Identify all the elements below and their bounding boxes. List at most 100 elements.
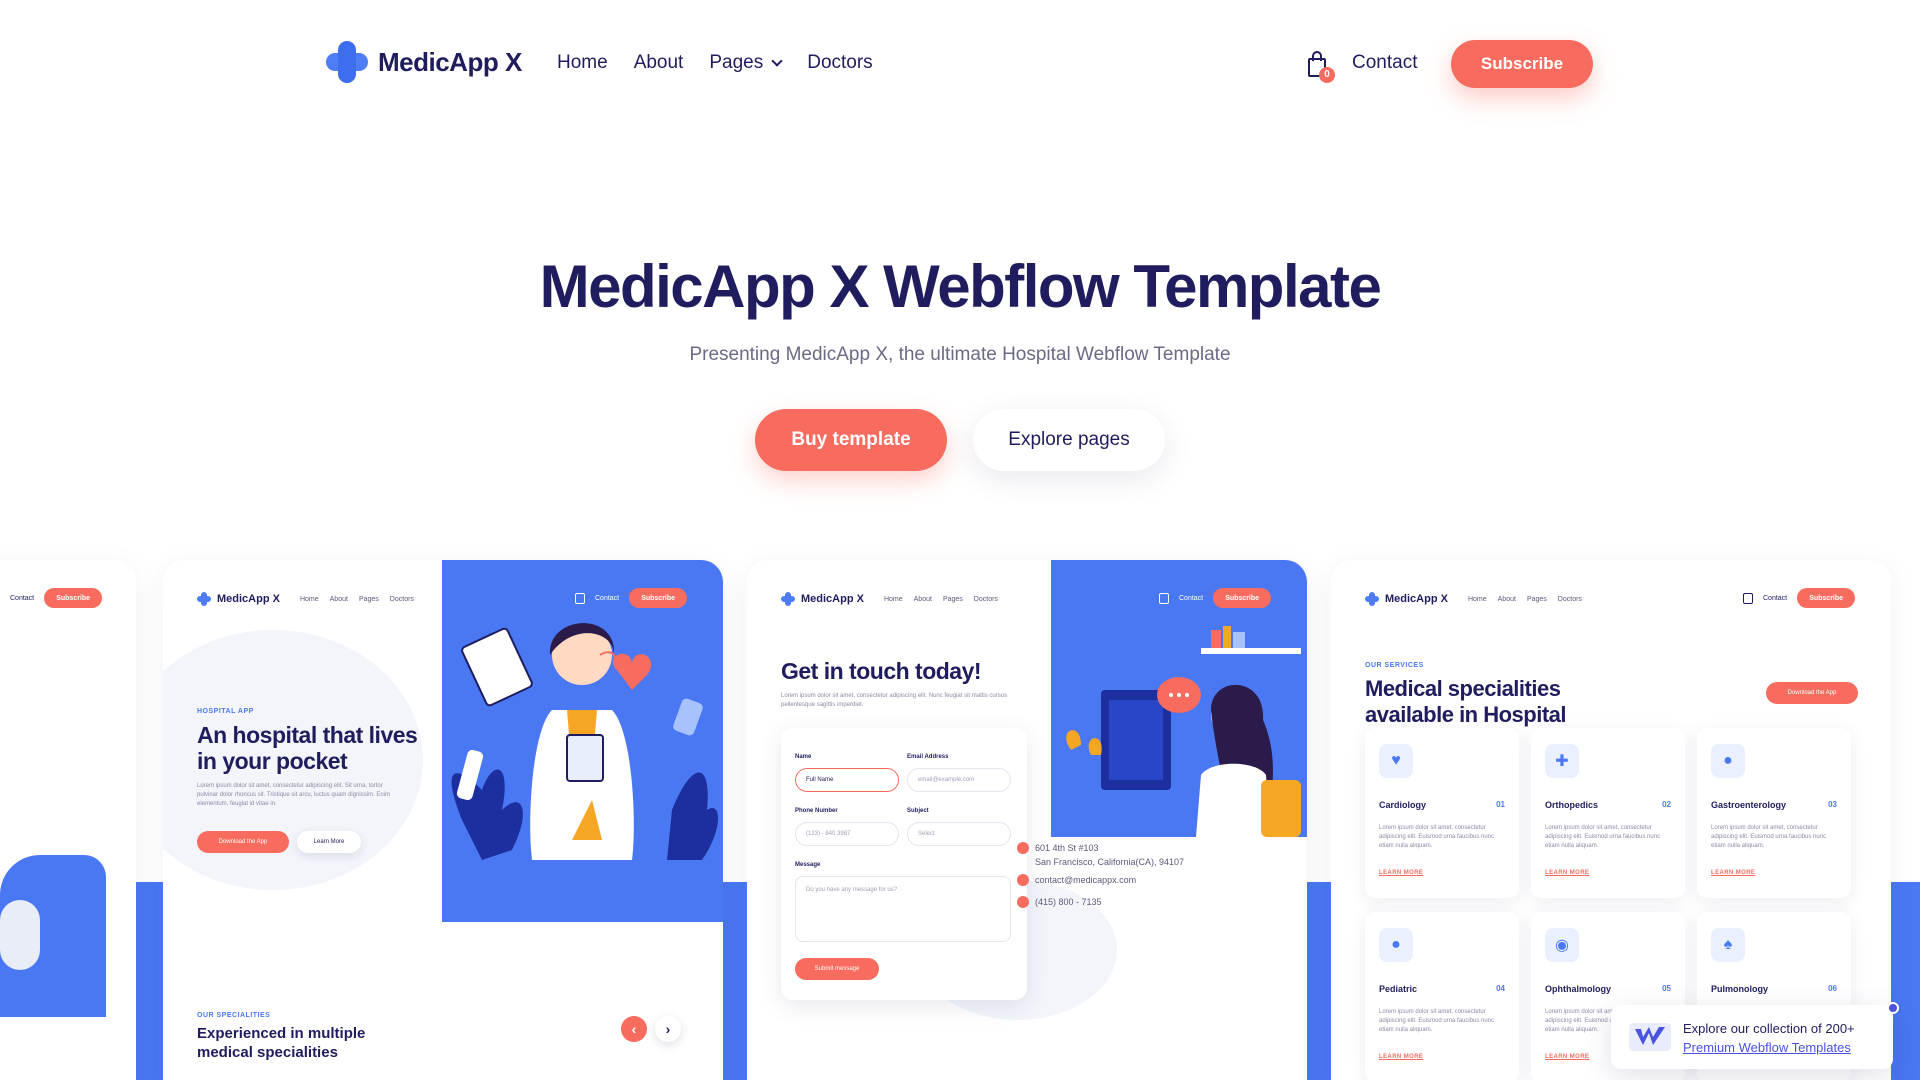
nav-link-doctors[interactable]: Doctors <box>807 52 872 74</box>
address-line-1: 601 4th St #103 <box>1035 843 1099 853</box>
lungs-icon: ♠ <box>1711 928 1745 962</box>
contact-address: 601 4th St #103 San Francisco, California… <box>1017 841 1184 869</box>
preview-title: An hospital that lives in your pocket <box>197 722 418 774</box>
nav-link-about[interactable]: About <box>634 52 684 74</box>
name-field: Full Name <box>795 768 899 792</box>
specialities-eyebrow: OUR SPECIALITIES <box>197 1012 271 1019</box>
eye-icon: ◉ <box>1545 928 1579 962</box>
name-label: Name <box>795 754 812 760</box>
learn-more-link: LEARN MORE <box>1545 870 1590 876</box>
mini-link-about: About <box>1497 595 1516 603</box>
mini-link-about: About <box>913 595 932 603</box>
mini-subscribe-button: Subscribe <box>44 588 103 608</box>
message-field: Do you have any message for us? <box>795 876 1011 942</box>
teddy-bear-icon: ● <box>1379 928 1413 962</box>
phone-field: (123) - 840 3987 <box>795 822 899 846</box>
speciality-tile: ✚ Orthopedics 02 Lorem ipsum dolor sit a… <box>1531 728 1685 898</box>
heart-icon: ♥ <box>1379 744 1413 778</box>
mini-link-home: Home <box>299 595 319 603</box>
mail-icon <box>1017 874 1029 886</box>
preview-card-home[interactable]: MedicApp X Home About Pages Doctors Cont… <box>163 560 723 1080</box>
stomach-icon: ● <box>1711 744 1745 778</box>
illustration-leaf <box>0 900 40 970</box>
phone-label: Phone Number <box>795 808 838 814</box>
medical-cross-icon <box>326 41 368 83</box>
promo-line: Explore our collection of 200+ <box>1683 1021 1855 1036</box>
speciality-name: Orthopedics <box>1545 800 1599 810</box>
preview-card-contact[interactable]: MedicApp X Home About Pages Doctors Cont… <box>747 560 1307 1080</box>
hero-subtitle: Presenting MedicApp X, the ultimate Hosp… <box>689 344 1231 365</box>
doctor-illustration <box>451 623 719 860</box>
top-nav: MedicApp X Home About Pages Doctors 0 Co… <box>0 0 1920 130</box>
nav-link-home[interactable]: Home <box>557 52 608 74</box>
webflow-promo-badge[interactable]: Explore our collection of 200+ Premium W… <box>1611 1005 1893 1069</box>
speciality-tile: ♥ Cardiology 01 Lorem ipsum dolor sit am… <box>1365 728 1519 898</box>
speciality-number: 01 <box>1496 800 1505 809</box>
mini-links: Home About Pages Doctors <box>1468 596 1582 603</box>
nav-link-pages[interactable]: Pages <box>709 52 783 74</box>
mini-links: Home About Pages Doctors <box>884 596 998 603</box>
template-preview-carousel: Contact Subscribe MedicApp X Home About … <box>0 540 1920 1080</box>
phone-text: (415) 800 - 7135 <box>1035 897 1102 907</box>
subject-select: Select <box>907 822 1011 846</box>
mini-link-pages: Pages <box>942 595 963 603</box>
address-text: 601 4th St #103 San Francisco, California… <box>1035 841 1184 869</box>
medical-cross-icon <box>781 592 795 606</box>
speciality-body: Lorem ipsum dolor sit amet, consectetur … <box>1379 1009 1495 1033</box>
shopping-bag-icon <box>1743 592 1753 604</box>
medical-cross-icon <box>197 592 211 606</box>
contact-title: Get in touch today! <box>781 658 982 684</box>
preview-card-services[interactable]: MedicApp X Home About Pages Doctors Cont… <box>1331 560 1891 1080</box>
cart-button[interactable]: 0 <box>1305 50 1335 83</box>
brand-logo[interactable]: MedicApp X <box>326 41 522 83</box>
contact-body: Lorem ipsum dolor sit amet, consectetur … <box>781 693 1008 708</box>
webflow-logo-icon <box>1629 1023 1671 1051</box>
mini-brand: MedicApp X <box>217 593 280 605</box>
download-app-button: Download the App <box>1766 682 1858 704</box>
speciality-body: Lorem ipsum dolor sit amet, consectetur … <box>1545 825 1661 849</box>
speciality-name: Ophthalmology <box>1545 984 1611 994</box>
speciality-body: Lorem ipsum dolor sit amet, consectetur … <box>1711 825 1827 849</box>
mini-link-doctors: Doctors <box>973 595 998 603</box>
speciality-number: 02 <box>1662 800 1671 809</box>
speciality-name: Gastroenterology <box>1711 800 1787 810</box>
submit-message-button: Submit message <box>795 958 879 980</box>
specialities-title: Experienced in multiple medical speciali… <box>197 1025 366 1061</box>
promo-indicator-dot <box>1887 1002 1899 1014</box>
mini-link-doctors: Doctors <box>1557 595 1582 603</box>
bone-icon: ✚ <box>1545 744 1579 778</box>
receptionist-illustration <box>1066 626 1301 837</box>
preview-card-partial[interactable]: Contact Subscribe <box>0 560 136 1080</box>
mini-nav: MedicApp X Home About Pages Doctors <box>1365 592 1582 606</box>
mini-brand: MedicApp X <box>1385 593 1448 605</box>
explore-pages-button[interactable]: Explore pages <box>973 409 1165 471</box>
contact-phone: (415) 800 - 7135 <box>1017 895 1102 909</box>
email-text: contact@medicappx.com <box>1035 875 1137 885</box>
premium-templates-link[interactable]: Premium Webflow Templates <box>1683 1040 1851 1055</box>
speciality-body: Lorem ipsum dolor sit amet, consectetur … <box>1379 825 1495 849</box>
section-eyebrow: HOSPITAL APP <box>197 708 254 715</box>
speciality-number: 04 <box>1496 984 1505 993</box>
learn-more-link: LEARN MORE <box>1545 1054 1590 1060</box>
buy-template-button[interactable]: Buy template <box>755 409 947 471</box>
mini-nav: MedicApp X Home About Pages Doctors <box>781 592 998 606</box>
mini-link-doctors: Doctors <box>389 595 414 603</box>
medical-cross-icon <box>1365 592 1379 606</box>
subscribe-button[interactable]: Subscribe <box>1451 40 1593 88</box>
brand-name: MedicApp X <box>378 46 522 77</box>
phone-icon <box>1017 896 1029 908</box>
promo-text: Explore our collection of 200+ Premium W… <box>1683 1019 1855 1057</box>
main-menu: Home About Pages Doctors <box>557 52 873 74</box>
preview-body: Lorem ipsum dolor sit amet, consectetur … <box>197 783 391 807</box>
slider-prev-button: ‹ <box>621 1016 647 1042</box>
learn-more-link: LEARN MORE <box>1379 870 1424 876</box>
mini-link-home: Home <box>883 595 903 603</box>
slider-next-button: › <box>655 1016 681 1042</box>
download-app-button: Download the App <box>197 831 289 853</box>
email-label: Email Address <box>907 754 949 760</box>
mini-link-about: About <box>329 595 348 603</box>
nav-link-pages-label: Pages <box>709 52 764 73</box>
address-line-2: San Francisco, California(CA), 94107 <box>1035 857 1185 867</box>
nav-link-contact[interactable]: Contact <box>1352 52 1417 74</box>
mini-brand: MedicApp X <box>801 593 864 605</box>
